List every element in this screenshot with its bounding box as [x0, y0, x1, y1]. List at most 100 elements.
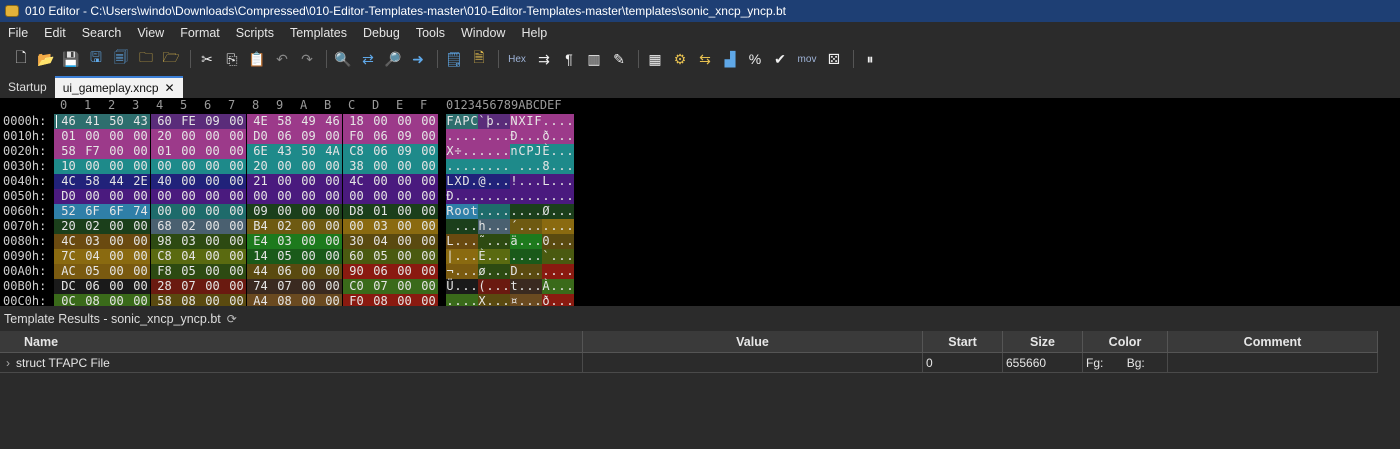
hex-byte[interactable]: 00	[294, 189, 318, 204]
hex-byte[interactable]: 00	[126, 279, 150, 294]
ascii-char[interactable]: 0	[542, 234, 550, 249]
hex-byte[interactable]: 44	[246, 264, 270, 279]
ascii-char[interactable]: N	[510, 114, 518, 129]
ascii-char[interactable]: .	[534, 249, 542, 264]
hex-byte[interactable]: 00	[174, 204, 198, 219]
histogram-icon[interactable]: ▟	[719, 48, 741, 70]
hex-byte[interactable]: 00	[390, 174, 414, 189]
ascii-char[interactable]: .	[518, 234, 526, 249]
ascii-char[interactable]: .	[502, 174, 510, 189]
hex-byte[interactable]: 7C	[54, 249, 78, 264]
ascii-char[interactable]: (	[478, 279, 486, 294]
menu-view[interactable]: View	[129, 26, 172, 40]
column-header-comment[interactable]: Comment	[1168, 331, 1378, 353]
hex-byte[interactable]: 06	[366, 129, 390, 144]
hex-byte[interactable]: 00	[222, 114, 246, 129]
ascii-char[interactable]: .	[550, 144, 558, 159]
ascii-char[interactable]: .	[518, 159, 526, 174]
hex-byte[interactable]: 00	[102, 219, 126, 234]
new-file-icon[interactable]: 🗋	[10, 48, 32, 70]
hex-byte[interactable]: 14	[246, 249, 270, 264]
ascii-char[interactable]: .	[502, 129, 510, 144]
ascii-char[interactable]: .	[550, 204, 558, 219]
cut-icon[interactable]: ✂	[196, 48, 218, 70]
ascii-char[interactable]: .	[566, 234, 574, 249]
ascii-char[interactable]: ˜	[478, 234, 486, 249]
hex-byte[interactable]: 40	[150, 174, 174, 189]
ascii-char[interactable]: .	[478, 159, 486, 174]
ascii-char[interactable]: .	[470, 294, 478, 306]
ascii-char[interactable]: !	[510, 174, 518, 189]
hex-byte[interactable]: 00	[102, 234, 126, 249]
hex-byte[interactable]: 00	[126, 264, 150, 279]
ascii-char[interactable]	[446, 219, 454, 234]
hex-byte[interactable]: 00	[318, 204, 342, 219]
hex-byte[interactable]: 00	[102, 189, 126, 204]
ascii-char[interactable]: .	[558, 204, 566, 219]
ascii-char[interactable]: .	[502, 234, 510, 249]
hex-byte[interactable]: 00	[222, 159, 246, 174]
ascii-char[interactable]: .	[518, 219, 526, 234]
hex-byte[interactable]: 00	[102, 279, 126, 294]
menu-edit[interactable]: Edit	[36, 26, 74, 40]
hex-byte[interactable]: AC	[54, 264, 78, 279]
ascii-char[interactable]: .	[494, 219, 502, 234]
hex-byte[interactable]: 00	[294, 249, 318, 264]
hex-byte[interactable]: 08	[270, 294, 294, 306]
hex-byte[interactable]: 05	[78, 264, 102, 279]
hex-byte[interactable]: 00	[78, 189, 102, 204]
hex-byte[interactable]: 4E	[246, 114, 270, 129]
hex-byte[interactable]: 05	[270, 249, 294, 264]
ascii-char[interactable]: .	[470, 249, 478, 264]
ascii-char[interactable]: .	[494, 159, 502, 174]
hex-byte[interactable]: 00	[318, 249, 342, 264]
hex-byte[interactable]: 52	[54, 204, 78, 219]
hex-byte[interactable]: 00	[414, 249, 438, 264]
ascii-char[interactable]: .	[518, 189, 526, 204]
ascii-char[interactable]: .	[566, 219, 574, 234]
ascii-char[interactable]: .	[486, 144, 494, 159]
hex-byte[interactable]: 18	[342, 114, 366, 129]
ascii-char[interactable]: .	[502, 219, 510, 234]
hex-byte[interactable]: 20	[54, 219, 78, 234]
hex-byte[interactable]: 6F	[78, 204, 102, 219]
ascii-char[interactable]: .	[470, 189, 478, 204]
ascii-char[interactable]: .	[446, 159, 454, 174]
ascii-char[interactable]: .	[470, 234, 478, 249]
ascii-char[interactable]: .	[542, 219, 550, 234]
hex-byte[interactable]: 06	[366, 264, 390, 279]
ascii-char[interactable]: .	[502, 204, 510, 219]
ascii-char[interactable]	[478, 129, 486, 144]
tab-startup[interactable]: Startup	[0, 76, 55, 98]
hex-byte[interactable]: 00	[198, 249, 222, 264]
hex-byte[interactable]: 02	[270, 219, 294, 234]
ascii-char[interactable]: .	[550, 219, 558, 234]
hex-byte[interactable]: 00	[342, 219, 366, 234]
hex-byte[interactable]: 00	[198, 234, 222, 249]
hex-byte[interactable]: FE	[174, 114, 198, 129]
ascii-char[interactable]: .	[550, 189, 558, 204]
hex-byte[interactable]: 00	[198, 144, 222, 159]
column-header-name[interactable]: Name	[0, 331, 583, 353]
menu-debug[interactable]: Debug	[355, 26, 408, 40]
ascii-char[interactable]: .	[486, 174, 494, 189]
ascii-char[interactable]: þ	[486, 114, 494, 129]
ascii-char[interactable]: L	[542, 174, 550, 189]
ascii-char[interactable]: .	[478, 204, 486, 219]
hex-byte[interactable]: 00	[342, 189, 366, 204]
hex-byte[interactable]: 00	[414, 294, 438, 306]
hex-byte[interactable]: 03	[78, 234, 102, 249]
hex-byte[interactable]: 00	[414, 204, 438, 219]
ascii-char[interactable]: .	[454, 279, 462, 294]
ascii-char[interactable]: .	[494, 249, 502, 264]
hex-byte[interactable]: 41	[78, 114, 102, 129]
hex-byte[interactable]: 68	[150, 219, 174, 234]
ascii-char[interactable]: .	[462, 159, 470, 174]
ascii-char[interactable]: .	[454, 219, 462, 234]
ascii-char[interactable]: h	[478, 219, 486, 234]
hex-byte[interactable]: 07	[270, 279, 294, 294]
hex-byte[interactable]: D0	[246, 129, 270, 144]
ascii-char[interactable]: |	[446, 249, 454, 264]
hex-byte[interactable]: 46	[318, 114, 342, 129]
ascii-char[interactable]: .	[526, 189, 534, 204]
